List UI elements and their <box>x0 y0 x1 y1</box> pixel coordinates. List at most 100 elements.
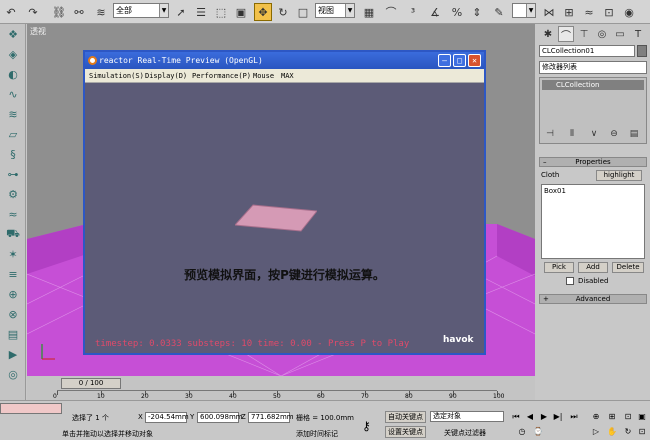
z-coord-field[interactable]: 771.682mm <box>248 412 294 423</box>
schematic-icon[interactable]: ⊡ <box>600 3 618 21</box>
reactor-titlebar[interactable]: reactor Real-Time Preview (OpenGL) – □ ✕ <box>85 52 484 69</box>
preview-icon[interactable]: ▶ <box>4 346 22 362</box>
undo-icon[interactable]: ↶ <box>2 3 20 21</box>
pivot-icon[interactable]: ▦ <box>360 3 378 21</box>
time-config-icon[interactable]: ⌚ <box>532 426 544 438</box>
selection-filter-dropdown[interactable]: 全部 ▼ <box>113 3 169 18</box>
water-icon[interactable]: ≡ <box>4 266 22 282</box>
wind-icon[interactable]: ≈ <box>4 206 22 222</box>
next-frame-icon[interactable]: ▶| <box>552 411 564 423</box>
cloth-collection-icon[interactable]: ◈ <box>4 46 22 62</box>
menu-simulation[interactable]: Simulation(S) <box>89 69 144 83</box>
y-coord-field[interactable]: 600.098mm <box>197 412 243 423</box>
rotate-icon[interactable]: ↻ <box>274 3 292 21</box>
previous-frame-icon[interactable]: ◀ <box>524 411 536 423</box>
curve-editor-icon[interactable]: ≈ <box>580 3 598 21</box>
pan-icon[interactable]: ✋ <box>606 426 618 438</box>
add-time-tag[interactable]: 添加时间标记 <box>296 429 338 439</box>
maxscript-listener[interactable] <box>0 403 62 414</box>
highlight-button[interactable]: highlight <box>596 170 642 181</box>
region-select-icon[interactable]: ⬚ <box>212 3 230 21</box>
set-key-button[interactable]: 设置关键点 <box>385 426 426 438</box>
percent-snap-icon[interactable]: % <box>448 3 466 21</box>
hierarchy-tab-icon[interactable]: ⊤ <box>576 26 592 42</box>
create-tab-icon[interactable]: ✱ <box>540 26 556 42</box>
configure-sets-icon[interactable]: ▤ <box>627 127 641 141</box>
field-of-view-icon[interactable]: ▷ <box>590 426 602 438</box>
menu-display[interactable]: Display(D) <box>145 69 187 83</box>
ref-coord-dropdown[interactable]: 视图 ▼ <box>315 3 355 18</box>
x-coord-field[interactable]: -204.54mm <box>145 412 189 423</box>
rope-collection-icon[interactable]: ∿ <box>4 86 22 102</box>
key-filters-button[interactable]: 关键点过滤器 <box>444 428 486 438</box>
motor-icon[interactable]: ⚙ <box>4 186 22 202</box>
make-unique-icon[interactable]: ∨ <box>587 127 601 141</box>
advanced-rollout-header[interactable]: + Advanced <box>539 294 647 304</box>
frame-counter-icon[interactable]: ◷ <box>516 426 528 438</box>
fracture-icon[interactable]: ✶ <box>4 246 22 262</box>
material-editor-icon[interactable]: ◉ <box>620 3 638 21</box>
remove-modifier-icon[interactable]: ⊖ <box>607 127 621 141</box>
properties-rollout-header[interactable]: – Properties <box>539 157 647 167</box>
menu-max[interactable]: MAX <box>281 69 294 83</box>
menu-performance[interactable]: Performance(P) <box>192 69 251 83</box>
deforming-mesh-icon[interactable]: ≋ <box>4 106 22 122</box>
list-item[interactable]: Box01 <box>544 187 566 195</box>
cloth-modifier-icon[interactable]: ▤ <box>4 326 22 342</box>
delete-button[interactable]: Delete <box>612 262 644 273</box>
select-icon[interactable]: ➚ <box>172 3 190 21</box>
max-viewport-icon[interactable]: ⊡ <box>636 426 648 438</box>
create-animation-icon[interactable]: ◎ <box>4 366 22 382</box>
angle-snap-icon[interactable]: ∡ <box>426 3 444 21</box>
snap-icon[interactable]: ³ <box>404 3 422 21</box>
selected-set-dropdown[interactable]: 选定对象 <box>430 411 504 422</box>
modifier-list-dropdown[interactable]: 修改器列表 <box>539 61 647 74</box>
plane-icon[interactable]: ▱ <box>4 126 22 142</box>
minimize-button[interactable]: – <box>438 54 451 67</box>
spinner-snap-icon[interactable]: ⇕ <box>468 3 486 21</box>
menu-mouse[interactable]: Mouse <box>253 69 274 83</box>
zoom-extents-icon[interactable]: ⊡ <box>622 411 634 423</box>
rigid-body-collection-icon[interactable]: ❖ <box>4 26 22 42</box>
close-button[interactable]: ✕ <box>468 54 481 67</box>
toy-car-icon[interactable]: ⛟ <box>4 226 22 242</box>
arc-rotate-icon[interactable]: ↻ <box>622 426 634 438</box>
maximize-button[interactable]: □ <box>453 54 466 67</box>
display-tab-icon[interactable]: ▭ <box>612 26 628 42</box>
mirror-icon[interactable]: ⌒ <box>382 3 400 21</box>
named-selection-dropdown[interactable]: ▼ <box>512 3 536 18</box>
mirror-tool-icon[interactable]: ⋈ <box>540 3 558 21</box>
redo-icon[interactable]: ↷ <box>24 3 42 21</box>
pick-button[interactable]: Pick <box>544 262 574 273</box>
window-crossing-icon[interactable]: ▣ <box>232 3 250 21</box>
zoom-icon[interactable]: ⊕ <box>590 411 602 423</box>
soft-body-collection-icon[interactable]: ◐ <box>4 66 22 82</box>
align-icon[interactable]: ⊞ <box>560 3 578 21</box>
stack-item[interactable]: CLCollection <box>542 80 644 90</box>
object-name-field[interactable]: CLCollection01 <box>539 45 635 57</box>
motion-tab-icon[interactable]: ◎ <box>594 26 610 42</box>
constraint-solver-icon[interactable]: ⊕ <box>4 286 22 302</box>
move-icon[interactable]: ✥ <box>254 3 272 21</box>
object-color-swatch[interactable] <box>637 45 647 57</box>
pin-stack-icon[interactable]: ⊣ <box>543 127 557 141</box>
reactor-canvas[interactable]: 预览模拟界面，按P键进行模拟运算。 timestep: 0.0333 subst… <box>85 83 484 353</box>
disabled-checkbox[interactable] <box>566 277 574 285</box>
modify-tab-icon[interactable]: ⌒ <box>558 26 574 42</box>
show-end-result-icon[interactable]: ⫴ <box>565 127 579 141</box>
play-icon[interactable]: ▶ <box>538 411 550 423</box>
go-to-end-icon[interactable]: ⏭ <box>568 411 580 423</box>
auto-key-button[interactable]: 自动关键点 <box>385 411 426 423</box>
time-slider[interactable]: 0 / 100 <box>61 378 121 389</box>
dashpot-icon[interactable]: ⊶ <box>4 166 22 182</box>
link-icon[interactable]: ⛓ <box>50 3 68 21</box>
zoom-extents-all-icon[interactable]: ▣ <box>636 411 648 423</box>
cloth-object-list[interactable]: Box01 <box>541 184 645 259</box>
scale-icon[interactable]: □ <box>294 3 312 21</box>
spring-icon[interactable]: § <box>4 146 22 162</box>
bind-spacewarp-icon[interactable]: ≋ <box>92 3 110 21</box>
add-button[interactable]: Add <box>578 262 608 273</box>
track-bar[interactable]: 0 10 20 30 40 50 60 70 80 90 100 <box>53 390 504 400</box>
named-selection-icon[interactable]: ✎ <box>490 3 508 21</box>
zoom-all-icon[interactable]: ⊞ <box>606 411 618 423</box>
